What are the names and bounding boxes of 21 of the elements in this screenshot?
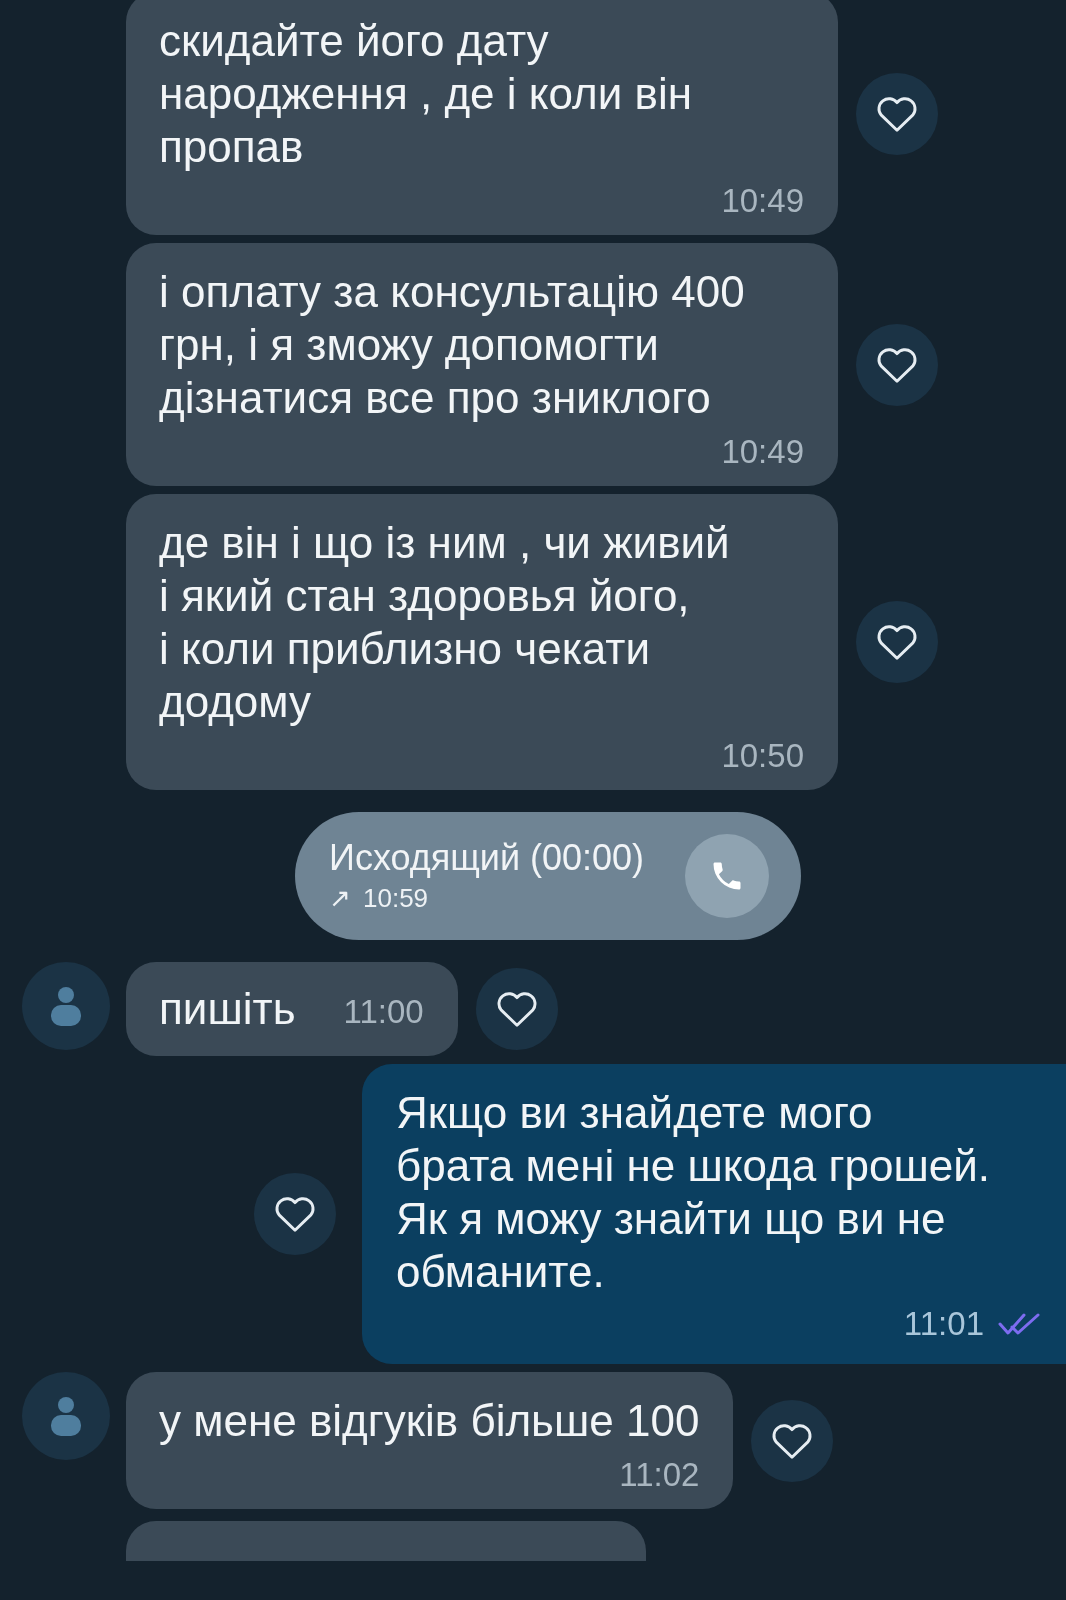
message-time: 11:02 (619, 1455, 700, 1495)
heart-icon (875, 345, 919, 384)
direction-arrow: ↗ (329, 882, 351, 915)
person-icon (51, 1396, 81, 1436)
message-text: Якщо ви знайдете мого брата мені не шкода грошей. Як я можу знайти що ви не обманите. (396, 1087, 992, 1298)
message-text: пишіть (159, 983, 296, 1035)
heart-icon (273, 1195, 317, 1233)
heart-icon (875, 623, 919, 661)
message-time: 11:01 (903, 1304, 984, 1344)
call-time: 10:59 (363, 882, 429, 915)
message-time: 10:50 (721, 736, 804, 776)
message-text: скидайте його дату народження , де і коли він пропав (159, 15, 693, 173)
message-time: 10:49 (721, 181, 804, 221)
call-status: Исходящий (00:00) (329, 836, 645, 880)
message-text: у мене відгуків більше 100 (159, 1395, 700, 1447)
message-text: де він і що із ним , чи живий і який стан здоровья його, і коли приблизно чекати додому (159, 517, 731, 728)
message-time: 10:49 (721, 432, 804, 472)
person-icon (51, 986, 81, 1026)
message-time: 11:00 (343, 992, 424, 1033)
heart-icon (875, 94, 919, 133)
message-text: і оплату за консультацію 400 грн, і я зможу допомогти дізнатися все про зниклого (159, 266, 746, 424)
